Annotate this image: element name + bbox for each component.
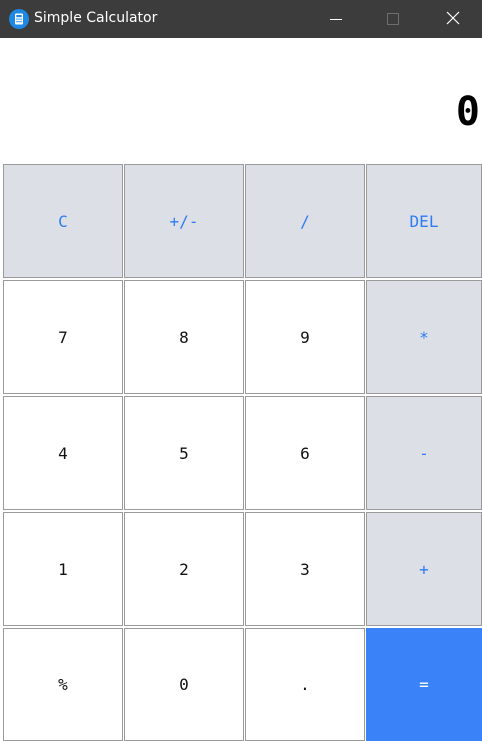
digit-6-button[interactable]: 6: [245, 396, 365, 510]
multiply-button[interactable]: *: [366, 280, 482, 394]
title-bar[interactable]: Simple Calculator: [0, 0, 482, 38]
minimize-button[interactable]: [313, 0, 359, 38]
minimize-icon: [330, 10, 342, 29]
result-display: 0: [0, 38, 482, 162]
equals-button[interactable]: =: [366, 628, 482, 741]
display-value: 0: [455, 89, 480, 135]
delete-button[interactable]: DEL: [366, 164, 482, 278]
calculator-window: Simple Calculator 0 C +/- / DEL 7 8 9 * …: [0, 0, 482, 741]
subtract-button[interactable]: -: [366, 396, 482, 510]
digit-8-button[interactable]: 8: [124, 280, 244, 394]
percent-button[interactable]: %: [3, 628, 123, 741]
digit-7-button[interactable]: 7: [3, 280, 123, 394]
divide-button[interactable]: /: [245, 164, 365, 278]
digit-0-button[interactable]: 0: [124, 628, 244, 741]
close-button[interactable]: [430, 0, 476, 38]
digit-4-button[interactable]: 4: [3, 396, 123, 510]
window-title: Simple Calculator: [34, 10, 158, 26]
digit-5-button[interactable]: 5: [124, 396, 244, 510]
digit-9-button[interactable]: 9: [245, 280, 365, 394]
digit-3-button[interactable]: 3: [245, 512, 365, 626]
add-button[interactable]: +: [366, 512, 482, 626]
digit-1-button[interactable]: 1: [3, 512, 123, 626]
calculator-icon: [9, 9, 29, 29]
maximize-icon: [387, 10, 399, 29]
close-icon: [446, 10, 460, 29]
clear-button[interactable]: C: [3, 164, 123, 278]
maximize-button[interactable]: [370, 0, 416, 38]
digit-2-button[interactable]: 2: [124, 512, 244, 626]
decimal-button[interactable]: .: [245, 628, 365, 741]
toggle-sign-button[interactable]: +/-: [124, 164, 244, 278]
